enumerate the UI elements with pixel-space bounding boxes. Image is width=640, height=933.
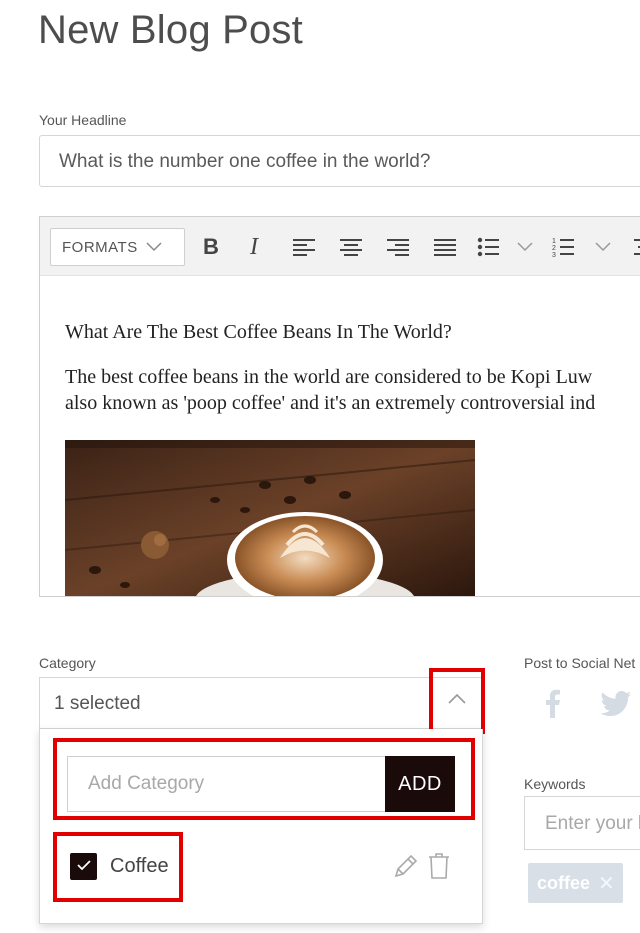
align-center-icon[interactable] xyxy=(337,231,365,263)
bold-icon[interactable]: B xyxy=(198,231,224,263)
trash-icon[interactable] xyxy=(428,852,450,885)
chevron-down-icon xyxy=(146,239,162,256)
page-title: New Blog Post xyxy=(38,8,303,52)
facebook-icon[interactable] xyxy=(543,688,561,723)
add-category-placeholder: Add Category xyxy=(88,773,205,794)
align-left-icon[interactable] xyxy=(290,231,318,263)
bullet-list-chevron-icon[interactable] xyxy=(514,231,536,263)
category-collapse-button[interactable] xyxy=(429,668,485,734)
category-label: Category xyxy=(39,655,96,671)
editor-heading: What Are The Best Coffee Beans In The Wo… xyxy=(65,321,452,343)
formats-label: FORMATS xyxy=(62,238,138,256)
numbered-list-icon[interactable]: 123 xyxy=(550,231,576,263)
editor-toolbar: FORMATS B I 123 xyxy=(40,217,640,276)
add-category-input[interactable]: Add Category xyxy=(67,756,385,812)
align-justify-icon[interactable] xyxy=(431,231,459,263)
bullet-list-icon[interactable] xyxy=(475,231,501,263)
coffee-checkbox[interactable] xyxy=(70,853,97,880)
numbered-list-chevron-icon[interactable] xyxy=(592,231,614,263)
editor-content[interactable]: What Are The Best Coffee Beans In The Wo… xyxy=(65,321,595,416)
close-icon[interactable]: ✕ xyxy=(598,871,615,896)
svg-text:3: 3 xyxy=(552,252,556,258)
align-right-icon[interactable] xyxy=(384,231,412,263)
keyword-tag: coffee ✕ xyxy=(528,863,623,903)
indent-icon[interactable] xyxy=(628,231,640,263)
keywords-placeholder: Enter your k xyxy=(545,813,640,834)
pencil-icon[interactable] xyxy=(392,852,420,885)
editor-paragraph-line-2: also known as 'poop coffee' and it's an … xyxy=(65,392,596,414)
social-label: Post to Social Net xyxy=(524,655,636,671)
keyword-tag-label: coffee xyxy=(537,872,591,893)
keywords-input[interactable]: Enter your k xyxy=(524,796,640,850)
keywords-label: Keywords xyxy=(524,776,586,792)
rich-text-editor[interactable]: FORMATS B I 123 What Are The Best Coffee… xyxy=(39,216,640,597)
chevron-up-icon xyxy=(447,692,467,710)
headline-value: What is the number one coffee in the wor… xyxy=(59,151,431,172)
twitter-icon[interactable] xyxy=(600,690,632,723)
svg-text:I: I xyxy=(249,236,259,258)
italic-icon[interactable]: I xyxy=(244,231,270,263)
headline-label: Your Headline xyxy=(39,112,127,128)
checkmark-icon xyxy=(76,858,92,876)
svg-text:B: B xyxy=(203,236,219,258)
svg-text:1: 1 xyxy=(552,238,556,245)
coffee-image xyxy=(65,440,475,596)
formats-dropdown[interactable]: FORMATS xyxy=(50,228,185,266)
add-category-button[interactable]: ADD xyxy=(385,756,455,812)
headline-input[interactable]: What is the number one coffee in the wor… xyxy=(39,135,640,187)
svg-text:2: 2 xyxy=(552,245,556,252)
category-select[interactable]: 1 selected xyxy=(39,677,483,729)
category-selected-count: 1 selected xyxy=(54,693,141,714)
editor-paragraph-line-1: The best coffee beans in the world are c… xyxy=(65,366,593,388)
category-item-label: Coffee xyxy=(110,855,169,877)
